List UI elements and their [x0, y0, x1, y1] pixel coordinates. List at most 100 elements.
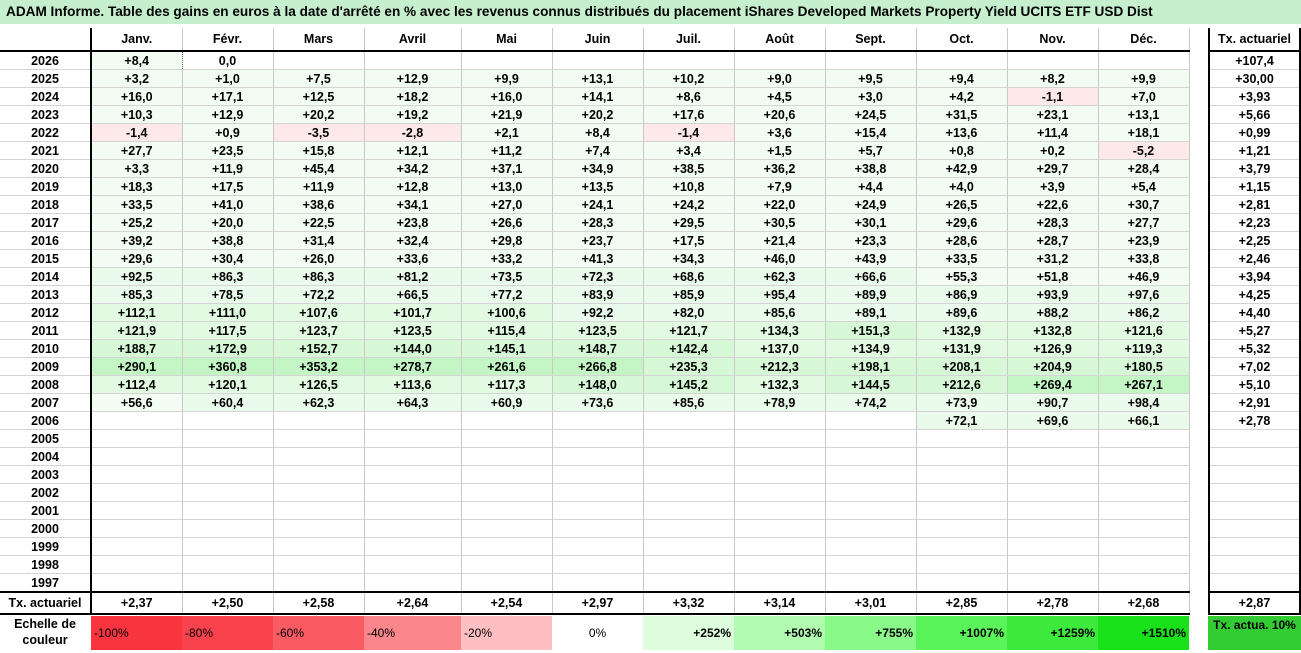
month-header-12: Déc.: [1098, 28, 1190, 52]
value-cell: +85,9: [643, 285, 735, 304]
value-cell: +28,6: [916, 231, 1008, 250]
value-cell: +290,1: [91, 357, 183, 376]
value-cell: +97,6: [1098, 285, 1190, 304]
footer-value-cell: +3,01: [825, 591, 917, 615]
value-cell: +33,2: [461, 249, 553, 268]
actuarial-rate-cell: +3,94: [1208, 267, 1301, 286]
value-cell: [273, 573, 365, 593]
value-cell: +30,4: [182, 249, 274, 268]
value-cell: +115,4: [461, 321, 553, 340]
column-gap: [1189, 105, 1209, 124]
actuarial-rate-cell: +3,93: [1208, 87, 1301, 106]
value-cell: [1098, 447, 1190, 466]
value-cell: [461, 447, 553, 466]
value-cell: +152,7: [273, 339, 365, 358]
value-cell: [552, 447, 644, 466]
footer-value-cell: +2,97: [552, 591, 644, 615]
value-cell: [1007, 447, 1099, 466]
value-cell: [643, 447, 735, 466]
value-cell: +14,1: [552, 87, 644, 106]
actuarial-rate-cell: +7,02: [1208, 357, 1301, 376]
value-cell: [916, 519, 1008, 538]
value-cell: +2,1: [461, 123, 553, 142]
value-cell: +33,8: [1098, 249, 1190, 268]
value-cell: +204,9: [1007, 357, 1099, 376]
value-cell: [364, 555, 462, 574]
value-cell: [461, 519, 553, 538]
value-cell: [273, 465, 365, 484]
gains-table: Janv. Févr. Mars Avril Mai Juin Juil. Août Sept.…: [0, 28, 1301, 615]
column-gap: [1189, 195, 1209, 214]
legend-swatch: +1510%: [1098, 616, 1189, 650]
table-row: 2003: [0, 465, 1301, 484]
value-cell: +38,6: [273, 195, 365, 214]
value-cell: +33,5: [91, 195, 183, 214]
value-cell: [461, 537, 553, 556]
value-cell: +15,4: [825, 123, 917, 142]
actuarial-rate-cell: +5,66: [1208, 105, 1301, 124]
value-cell: +95,4: [734, 285, 826, 304]
actuarial-rate-cell: +2,23: [1208, 213, 1301, 232]
value-cell: [273, 519, 365, 538]
value-cell: [273, 555, 365, 574]
value-cell: +33,6: [364, 249, 462, 268]
value-cell: [461, 51, 553, 70]
value-cell: +85,3: [91, 285, 183, 304]
value-cell: +261,6: [461, 357, 553, 376]
value-cell: +86,2: [1098, 303, 1190, 322]
value-cell: 0,0: [182, 51, 274, 70]
footer-value-cell: +2,68: [1098, 591, 1190, 615]
value-cell: [91, 555, 183, 574]
legend-swatch: -80%: [182, 616, 273, 650]
value-cell: +4,2: [916, 87, 1008, 106]
value-cell: [91, 537, 183, 556]
value-cell: +208,1: [916, 357, 1008, 376]
year-cell: 1998: [0, 555, 92, 574]
footer-actuarial-cell: +2,87: [1208, 591, 1301, 615]
value-cell: -1,1: [1007, 87, 1099, 106]
value-cell: [273, 51, 365, 70]
legend-swatch: +755%: [825, 616, 916, 650]
actuarial-rate-cell: +4,25: [1208, 285, 1301, 304]
value-cell: [364, 573, 462, 593]
value-cell: +278,7: [364, 357, 462, 376]
table-row: 2018 +33,5 +41,0 +38,6 +34,1 +27,0 +24,1 +24,2 +…: [0, 195, 1301, 214]
value-cell: +11,9: [273, 177, 365, 196]
value-cell: +83,9: [552, 285, 644, 304]
value-cell: +51,8: [1007, 267, 1099, 286]
value-cell: +17,5: [182, 177, 274, 196]
value-cell: [643, 51, 735, 70]
column-gap: [1189, 357, 1209, 376]
value-cell: +29,5: [643, 213, 735, 232]
value-cell: +11,9: [182, 159, 274, 178]
value-cell: [1098, 465, 1190, 484]
month-header-5: Mai: [461, 28, 553, 52]
value-cell: [182, 555, 274, 574]
legend-swatch: +1259%: [1007, 616, 1098, 650]
table-row: 2022 -1,4 +0,9 -3,5 -2,8 +2,1 +8,4 -1,4 +3,6 +15,…: [0, 123, 1301, 142]
value-cell: +69,6: [1007, 411, 1099, 430]
column-gap: [1189, 393, 1209, 412]
value-cell: +12,5: [273, 87, 365, 106]
value-cell: +5,7: [825, 141, 917, 160]
value-cell: [1098, 555, 1190, 574]
value-cell: +72,2: [273, 285, 365, 304]
value-cell: [825, 537, 917, 556]
year-cell: 2023: [0, 105, 92, 124]
table-row: 2008 +112,4 +120,1 +126,5 +113,6 +117,3 +148,0…: [0, 375, 1301, 394]
value-cell: +8,4: [552, 123, 644, 142]
value-cell: +29,8: [461, 231, 553, 250]
value-cell: +212,3: [734, 357, 826, 376]
column-gap: [1189, 429, 1209, 448]
value-cell: +36,2: [734, 159, 826, 178]
value-cell: -2,8: [364, 123, 462, 142]
year-cell: 2010: [0, 339, 92, 358]
value-cell: [1098, 429, 1190, 448]
value-cell: [643, 501, 735, 520]
actuarial-rate-cell: +5,32: [1208, 339, 1301, 358]
value-cell: [91, 519, 183, 538]
year-cell: 2024: [0, 87, 92, 106]
year-cell: 2022: [0, 123, 92, 142]
table-row: 2023 +10,3 +12,9 +20,2 +19,2 +21,9 +20,2 +17,6 +…: [0, 105, 1301, 124]
value-cell: [461, 411, 553, 430]
